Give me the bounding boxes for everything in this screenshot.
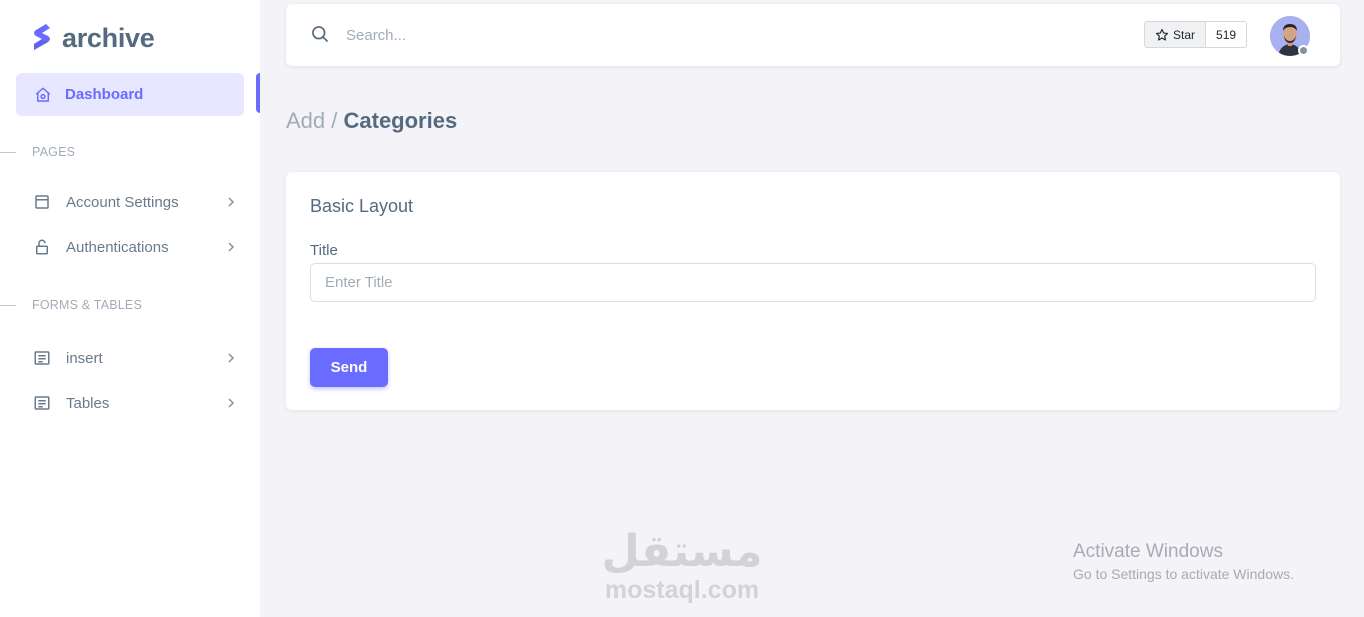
section-divider <box>0 151 16 153</box>
send-button[interactable]: Send <box>310 348 388 387</box>
active-indicator <box>256 73 260 113</box>
sidebar-item-label: insert <box>66 349 103 367</box>
sidebar-item-authentications[interactable]: Authentications <box>32 232 236 262</box>
breadcrumb-parent: Add / <box>286 108 338 133</box>
github-star-button[interactable]: Star 519 <box>1144 21 1248 48</box>
sidebar-item-insert[interactable]: insert <box>32 343 236 373</box>
star-button[interactable]: Star <box>1145 22 1207 47</box>
star-count[interactable]: 519 <box>1206 22 1247 47</box>
breadcrumb-current: Categories <box>343 108 458 133</box>
star-icon <box>1155 28 1169 41</box>
form-card: Basic Layout Title Send <box>286 172 1340 410</box>
layout-icon <box>32 192 52 212</box>
section-divider <box>0 304 16 306</box>
sidebar-item-label: Account Settings <box>66 193 179 211</box>
section-header-pages: PAGES <box>0 145 75 159</box>
sidebar-item-account-settings[interactable]: Account Settings <box>32 187 236 217</box>
chevron-right-icon <box>228 398 235 408</box>
activate-title: Activate Windows <box>1073 541 1223 562</box>
card-title: Basic Layout <box>310 196 414 216</box>
watermark-latin: mostaql.com <box>604 576 760 604</box>
brand[interactable]: archive <box>30 20 155 56</box>
section-title: PAGES <box>32 145 76 159</box>
sidebar-item-tables[interactable]: Tables <box>32 388 236 418</box>
section-title: FORMS & TABLES <box>32 298 143 312</box>
chevron-right-icon <box>228 242 235 252</box>
brand-name: archive <box>62 22 155 53</box>
chevron-right-icon <box>228 197 235 207</box>
sidebar: archive Dashboard PAGES Account Settings… <box>0 0 260 617</box>
chevron-right-icon <box>228 353 235 363</box>
sidebar-item-label: Tables <box>66 394 110 412</box>
sidebar-item-dashboard[interactable]: Dashboard <box>16 73 244 116</box>
sidebar-item-label: Dashboard <box>65 86 144 103</box>
list-icon <box>32 393 52 413</box>
sidebar-item-label: Authentications <box>66 238 169 256</box>
section-header-forms-tables: FORMS & TABLES <box>0 298 142 312</box>
mostaql-watermark: مستقل mostaql.com <box>600 526 764 605</box>
activate-windows-watermark: Activate Windows Go to Settings to activ… <box>1073 541 1294 582</box>
star-label: Star <box>1173 27 1196 42</box>
top-navbar: Star 519 <box>286 4 1340 66</box>
lock-icon <box>32 237 52 257</box>
page-title: Add / Categories <box>286 108 457 134</box>
title-field-label: Title <box>310 242 338 259</box>
activate-subtitle: Go to Settings to activate Windows. <box>1073 566 1294 582</box>
list-icon <box>32 348 52 368</box>
brand-logo-icon <box>34 24 50 50</box>
search-icon[interactable] <box>310 24 330 44</box>
title-input[interactable] <box>310 263 1316 302</box>
home-icon <box>33 85 53 105</box>
watermark-arabic: مستقل <box>601 526 763 577</box>
status-indicator <box>1298 45 1309 56</box>
search-input[interactable] <box>346 22 746 48</box>
